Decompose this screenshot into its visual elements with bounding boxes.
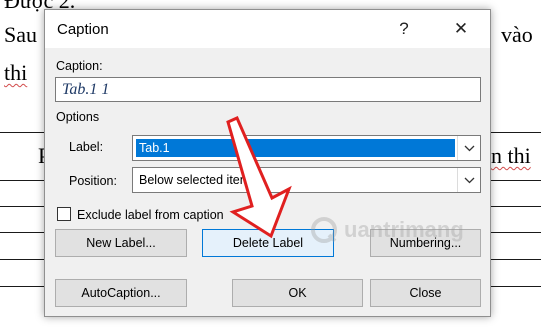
position-select[interactable]: Below selected item	[132, 167, 481, 193]
options-group-label: Options	[56, 110, 100, 124]
numbering-button[interactable]: Numbering...	[370, 229, 481, 257]
autocaption-button[interactable]: AutoCaption...	[55, 279, 187, 307]
ok-button[interactable]: OK	[232, 279, 363, 307]
doc-line1-right: vào	[501, 22, 533, 47]
position-field-label: Position:	[69, 174, 117, 188]
label-field-label: Label:	[69, 140, 104, 154]
doc-line2-left: thi	[4, 60, 28, 85]
close-button[interactable]: Close	[370, 279, 481, 307]
label-select-value: Tab.1	[136, 139, 455, 157]
exclude-label-checkbox[interactable]	[57, 207, 71, 221]
chevron-down-icon[interactable]	[457, 136, 480, 160]
label-select[interactable]: Tab.1	[132, 135, 481, 161]
new-label-button[interactable]: New Label...	[55, 229, 187, 257]
delete-label-button[interactable]: Delete Label	[202, 229, 334, 257]
doc-line3-right: n thi	[491, 143, 531, 168]
caption-field-label: Caption:	[56, 59, 103, 73]
position-select-value: Below selected item	[139, 173, 251, 187]
dialog-titlebar: Caption ? ✕	[45, 10, 490, 48]
caption-input[interactable]: Tab.1 1	[55, 77, 481, 102]
help-button[interactable]: ?	[389, 16, 419, 42]
doc-line1-left: Sau	[4, 22, 37, 47]
chevron-down-icon[interactable]	[457, 168, 480, 192]
close-icon[interactable]: ✕	[446, 16, 476, 42]
caption-dialog: Caption ? ✕ Caption: Tab.1 1 Options Lab…	[44, 9, 491, 317]
exclude-label-text[interactable]: Exclude label from caption	[77, 208, 224, 222]
dialog-title: Caption	[57, 21, 109, 38]
